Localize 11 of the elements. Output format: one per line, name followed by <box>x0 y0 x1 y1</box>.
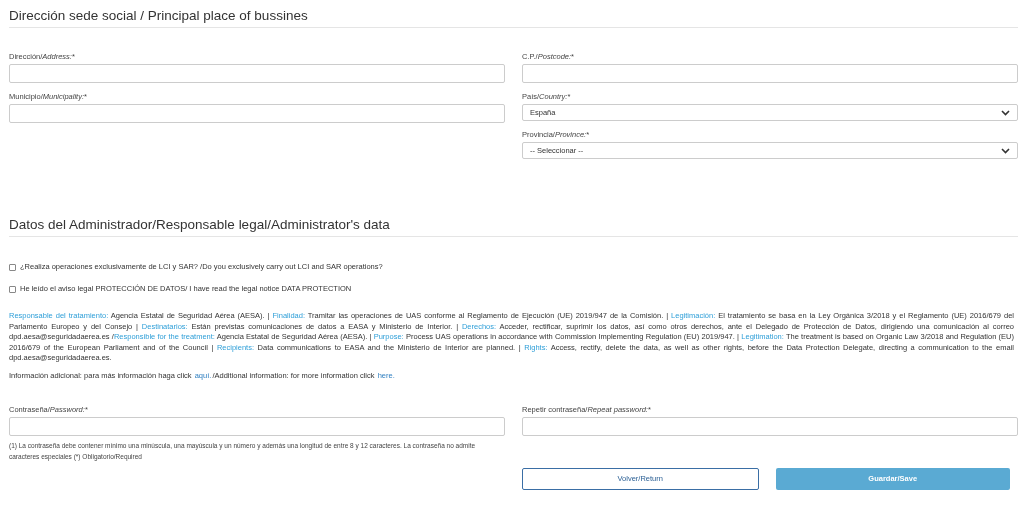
chevron-down-icon <box>1001 109 1010 116</box>
section-heading: Datos del Administrador/Responsable legal/Administrator's data <box>9 217 391 233</box>
chevron-down-icon <box>1001 147 1010 154</box>
checkbox[interactable] <box>9 263 16 271</box>
checkbox[interactable] <box>9 285 16 293</box>
input-field[interactable] <box>522 64 1018 83</box>
password-field[interactable] <box>522 416 1018 436</box>
password-field[interactable] <box>9 416 505 436</box>
input-field[interactable] <box>9 104 505 123</box>
section-heading: Dirección sede social / Principal place of bussines <box>9 8 309 24</box>
input-field[interactable] <box>9 64 505 83</box>
